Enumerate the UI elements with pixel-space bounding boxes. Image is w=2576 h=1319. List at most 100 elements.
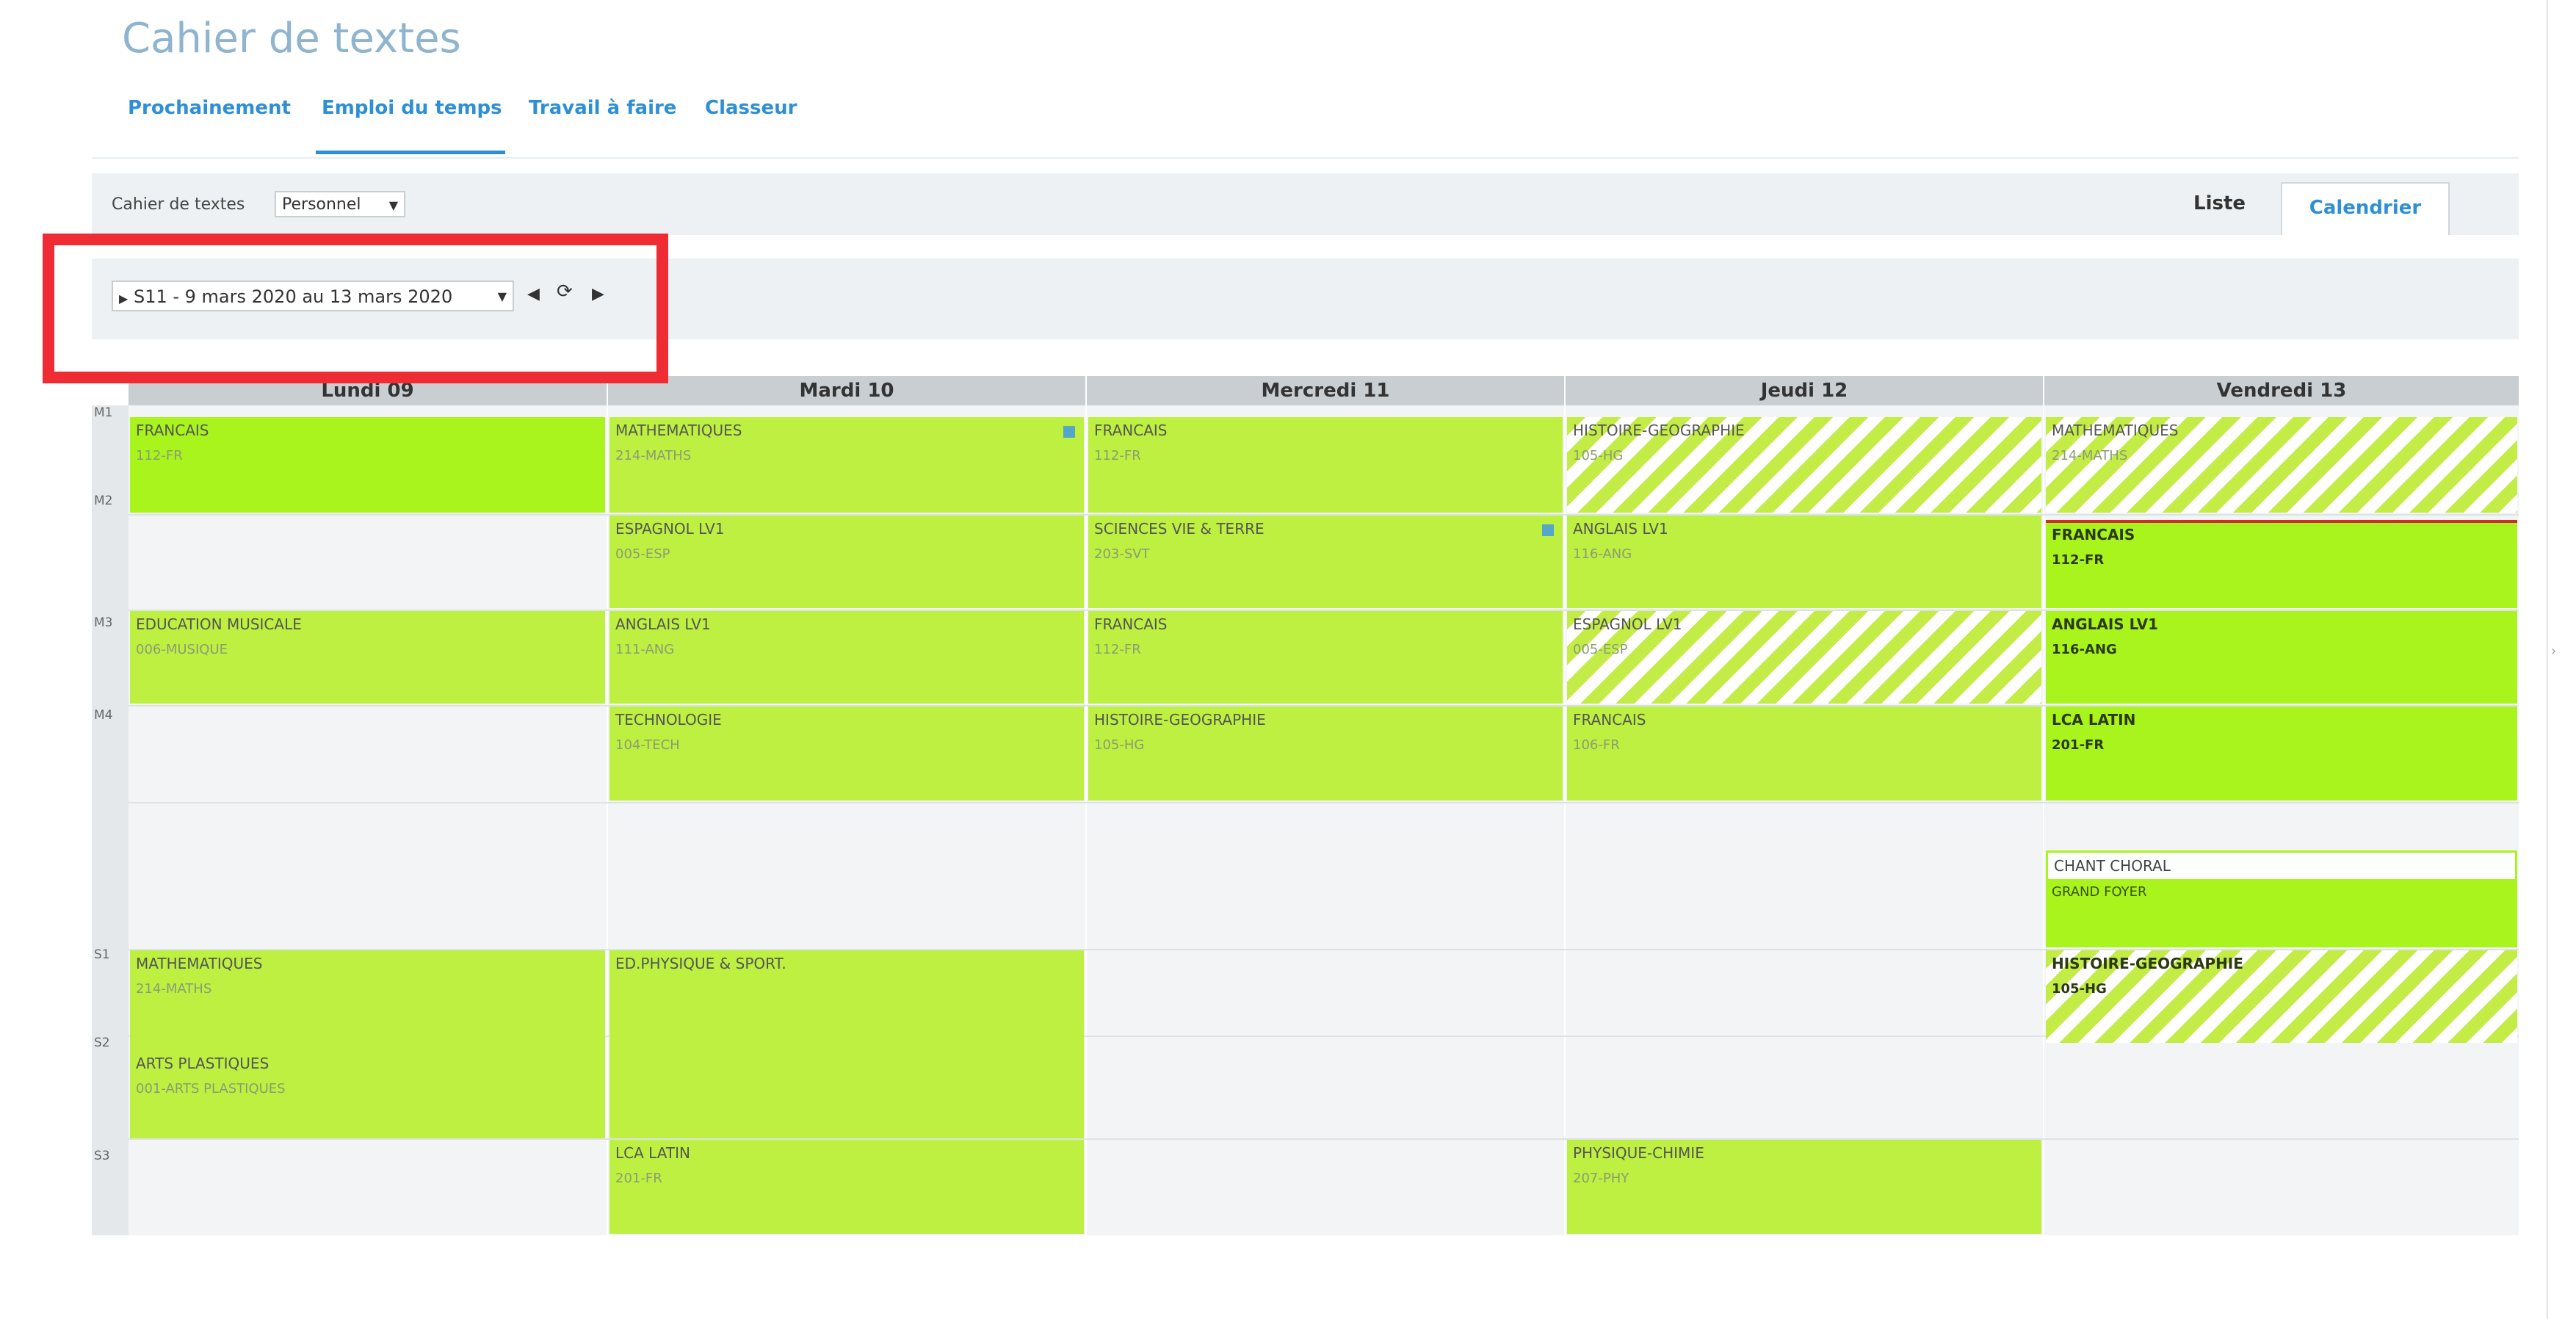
lesson-jeudi-histoire-geo-cancelled[interactable]: HISTOIRE-GEOGRAPHIE 105-HG bbox=[1567, 417, 2041, 513]
toolbar bbox=[92, 173, 2519, 235]
panel-divider bbox=[2547, 0, 2548, 1319]
lesson-subject: ESPAGNOL LV1 bbox=[1573, 615, 1682, 633]
cahier-label: Cahier de textes bbox=[112, 195, 245, 214]
lesson-room: 207-PHY bbox=[1573, 1171, 1629, 1186]
lesson-lundi-mathematiques[interactable]: MATHEMATIQUES 214-MATHS bbox=[130, 950, 605, 1050]
slot-column bbox=[92, 405, 129, 1235]
lesson-subject: MATHEMATIQUES bbox=[136, 955, 263, 972]
lesson-vendredi-chant-choral[interactable]: CHANT CHORAL GRAND FOYER bbox=[2046, 850, 2517, 947]
lesson-room: 203-SVT bbox=[1094, 546, 1150, 562]
lesson-vendredi-anglais[interactable]: ANGLAIS LV1 116-ANG bbox=[2046, 611, 2517, 704]
slot-label-s1: S1 bbox=[94, 947, 110, 962]
lesson-room: 106-FR bbox=[1573, 737, 1620, 753]
view-tab-liste[interactable]: Liste bbox=[2193, 192, 2246, 214]
lesson-subject: FRANCAIS bbox=[2052, 526, 2135, 543]
cahier-select-value: Personnel bbox=[282, 195, 361, 214]
lesson-room: 105-HG bbox=[1573, 448, 1624, 463]
lesson-subject: LCA LATIN bbox=[615, 1144, 690, 1162]
lesson-subject: FRANCAIS bbox=[136, 422, 209, 439]
lesson-room: 116-ANG bbox=[1573, 546, 1632, 562]
lesson-room: 005-ESP bbox=[1573, 642, 1628, 657]
lesson-subject: SCIENCES VIE & TERRE bbox=[1094, 520, 1265, 538]
tab-classeur[interactable]: Classeur bbox=[705, 97, 797, 119]
lesson-subject: HISTOIRE-GEOGRAPHIE bbox=[1573, 422, 1745, 439]
day-header-jeudi: Jeudi 12 bbox=[1566, 376, 2043, 405]
lesson-mardi-espagnol[interactable]: ESPAGNOL LV1 005-ESP bbox=[609, 516, 1084, 608]
lesson-mercredi-francais[interactable]: FRANCAIS 112-FR bbox=[1088, 417, 1563, 513]
lesson-subject: FRANCAIS bbox=[1094, 422, 1168, 439]
lesson-mardi-anglais[interactable]: ANGLAIS LV1 111-ANG bbox=[609, 611, 1084, 704]
lesson-room: 112-FR bbox=[1094, 642, 1141, 657]
lesson-header-band: CHANT CHORAL bbox=[2046, 850, 2517, 881]
grid-line bbox=[129, 1138, 2519, 1140]
lesson-mardi-ed-physique[interactable]: ED.PHYSIQUE & SPORT. bbox=[609, 950, 1084, 1138]
lesson-subject: TECHNOLOGIE bbox=[615, 711, 722, 729]
lesson-subject: HISTOIRE-GEOGRAPHIE bbox=[2052, 955, 2243, 972]
lesson-mercredi-histoire-geo[interactable]: HISTOIRE-GEOGRAPHIE 105-HG bbox=[1088, 707, 1563, 801]
lesson-room: 201-FR bbox=[2052, 737, 2105, 753]
day-header-mercredi: Mercredi 11 bbox=[1087, 376, 1564, 405]
day-header-mardi: Mardi 10 bbox=[608, 376, 1085, 405]
lesson-subject: PHYSIQUE-CHIMIE bbox=[1573, 1144, 1704, 1162]
lesson-mardi-mathematiques[interactable]: MATHEMATIQUES 214-MATHS bbox=[609, 417, 1084, 513]
lesson-mercredi-francais-2[interactable]: FRANCAIS 112-FR bbox=[1088, 611, 1563, 704]
lesson-subject: ED.PHYSIQUE & SPORT. bbox=[615, 955, 786, 972]
tab-prochainement[interactable]: Prochainement bbox=[128, 97, 291, 119]
lesson-jeudi-francais[interactable]: FRANCAIS 106-FR bbox=[1567, 707, 2041, 801]
lesson-room: 112-FR bbox=[136, 448, 183, 463]
slot-label-s3: S3 bbox=[94, 1149, 110, 1163]
lesson-jeudi-anglais[interactable]: ANGLAIS LV1 116-ANG bbox=[1567, 516, 2041, 608]
page-title: Cahier de textes bbox=[122, 15, 461, 62]
chevron-down-icon: ▼ bbox=[388, 198, 398, 212]
lesson-room: 116-ANG bbox=[2052, 642, 2117, 657]
lesson-room: 006-MUSIQUE bbox=[136, 642, 228, 657]
lesson-subject: FRANCAIS bbox=[1573, 711, 1646, 729]
lesson-room: 214-MATHS bbox=[615, 448, 692, 463]
lesson-room: 105-HG bbox=[1094, 737, 1145, 753]
lesson-mercredi-svt[interactable]: SCIENCES VIE & TERRE 203-SVT bbox=[1088, 516, 1563, 608]
lesson-room: 214-MATHS bbox=[2052, 448, 2128, 463]
lesson-subject: CHANT CHORAL bbox=[2054, 857, 2171, 875]
tab-emploi-du-temps[interactable]: Emploi du temps bbox=[322, 97, 502, 119]
homework-marker-icon bbox=[1542, 524, 1554, 536]
lesson-subject: EDUCATION MUSICALE bbox=[136, 615, 302, 633]
cahier-select[interactable]: Personnel ▼ bbox=[275, 191, 405, 217]
lesson-jeudi-espagnol-cancelled[interactable]: ESPAGNOL LV1 005-ESP bbox=[1567, 611, 2041, 704]
lesson-subject: MATHEMATIQUES bbox=[615, 422, 742, 439]
lesson-lundi-francais[interactable]: FRANCAIS 112-FR bbox=[130, 417, 605, 513]
lesson-mardi-lca-latin[interactable]: LCA LATIN 201-FR bbox=[609, 1140, 1084, 1234]
active-tab-indicator bbox=[316, 151, 505, 154]
lesson-jeudi-physique-chimie[interactable]: PHYSIQUE-CHIMIE 207-PHY bbox=[1567, 1140, 2041, 1234]
lesson-room: 112-FR bbox=[1094, 448, 1141, 463]
resize-handle-icon[interactable]: › bbox=[2551, 643, 2556, 659]
lesson-subject: ANGLAIS LV1 bbox=[2052, 615, 2159, 633]
lesson-lundi-education-musicale[interactable]: EDUCATION MUSICALE 006-MUSIQUE bbox=[130, 611, 605, 704]
view-tab-calendrier[interactable]: Calendrier bbox=[2281, 182, 2450, 235]
lesson-room: 104-TECH bbox=[615, 737, 680, 753]
lesson-subject: LCA LATIN bbox=[2052, 711, 2136, 729]
header-divider bbox=[92, 157, 2519, 159]
lesson-lundi-arts-plastiques[interactable]: ARTS PLASTIQUES 001-ARTS PLASTIQUES bbox=[130, 1050, 605, 1138]
tab-travail-a-faire[interactable]: Travail à faire bbox=[529, 97, 676, 119]
lesson-subject: ANGLAIS LV1 bbox=[1573, 520, 1668, 538]
lesson-vendredi-mathematiques-cancelled[interactable]: MATHEMATIQUES 214-MATHS bbox=[2046, 417, 2517, 513]
lesson-subject: ESPAGNOL LV1 bbox=[615, 520, 725, 538]
lesson-room: 001-ARTS PLASTIQUES bbox=[136, 1081, 286, 1096]
current-time-indicator bbox=[2046, 520, 2517, 523]
lesson-room: GRAND FOYER bbox=[2052, 884, 2147, 900]
slot-label-s2: S2 bbox=[94, 1036, 110, 1050]
lesson-vendredi-histoire-geo-cancelled[interactable]: HISTOIRE-GEOGRAPHIE 105-HG bbox=[2046, 950, 2517, 1043]
lesson-room: 201-FR bbox=[615, 1171, 662, 1186]
lesson-subject: MATHEMATIQUES bbox=[2052, 422, 2179, 439]
slot-label-m1: M1 bbox=[94, 405, 113, 420]
slot-label-m4: M4 bbox=[94, 708, 113, 723]
lesson-vendredi-lca-latin[interactable]: LCA LATIN 201-FR bbox=[2046, 707, 2517, 801]
lesson-subject: FRANCAIS bbox=[1094, 615, 1168, 633]
lesson-vendredi-francais[interactable]: FRANCAIS 112-FR bbox=[2046, 521, 2517, 608]
lesson-room: 105-HG bbox=[2052, 981, 2107, 997]
lesson-mardi-technologie[interactable]: TECHNOLOGIE 104-TECH bbox=[609, 707, 1084, 801]
lesson-subject: HISTOIRE-GEOGRAPHIE bbox=[1094, 711, 1266, 729]
slot-label-m2: M2 bbox=[94, 494, 113, 508]
lesson-room: 112-FR bbox=[2052, 552, 2105, 568]
lesson-subject: ANGLAIS LV1 bbox=[615, 615, 711, 633]
